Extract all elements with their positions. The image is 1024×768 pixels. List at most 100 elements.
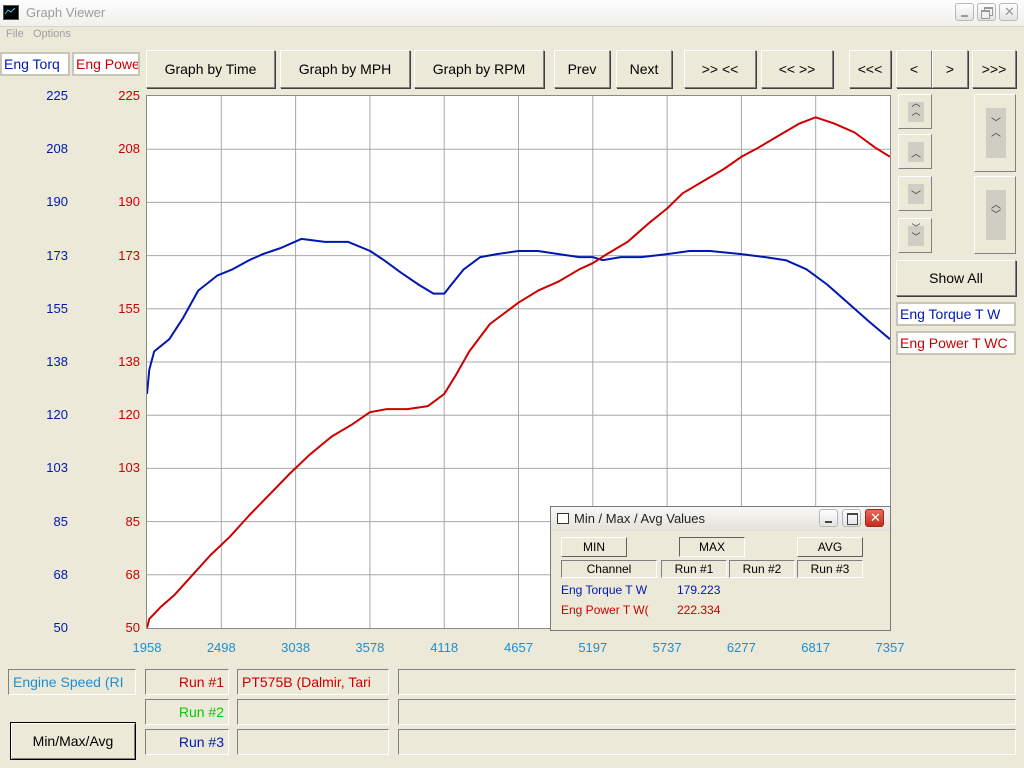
x-tick-label: 6817 bbox=[801, 640, 831, 655]
window-title: Graph Viewer bbox=[26, 5, 106, 20]
zoom-out-button[interactable]: << >> bbox=[761, 50, 833, 88]
double-chevron-down-icon: ﹀ ﹀ bbox=[911, 223, 921, 242]
run1-label[interactable]: Run #1 bbox=[145, 669, 229, 695]
legend-eng-torque[interactable]: Eng Torque T W bbox=[896, 302, 1016, 326]
y-tick-label-left: 120 bbox=[46, 407, 68, 423]
show-all-button[interactable]: Show All bbox=[896, 260, 1016, 296]
y-tick-label-left: 103 bbox=[46, 460, 68, 476]
menu-options[interactable]: Options bbox=[33, 28, 71, 40]
dialog-maximize-button[interactable] bbox=[842, 509, 861, 527]
maximize-icon bbox=[847, 513, 858, 525]
column-header-run1: Run #1 bbox=[661, 560, 727, 578]
y-tick-label-right: 68 bbox=[125, 566, 140, 582]
run2-info-field bbox=[398, 699, 1016, 725]
y-tick-label-right: 225 bbox=[118, 88, 140, 103]
zoom-in-button[interactable]: >> << bbox=[684, 50, 756, 88]
scroll-far-left-button[interactable]: <<< bbox=[849, 50, 891, 88]
dialog-icon bbox=[557, 513, 569, 524]
dialog-title: Min / Max / Avg Values bbox=[574, 511, 706, 526]
close-icon: ✕ bbox=[870, 510, 881, 525]
minimize-icon bbox=[825, 521, 832, 523]
run2-label[interactable]: Run #2 bbox=[145, 699, 229, 725]
right-axis-channel-label[interactable]: Eng Powe bbox=[72, 52, 140, 76]
column-header-run2: Run #2 bbox=[729, 560, 795, 578]
y-tick-label-right: 50 bbox=[125, 620, 140, 635]
y-tick-label-right: 155 bbox=[118, 300, 140, 316]
graph-by-time-button[interactable]: Graph by Time bbox=[146, 50, 275, 88]
left-axis-channel-label[interactable]: Eng Torq bbox=[0, 52, 70, 76]
next-button[interactable]: Next bbox=[616, 50, 672, 88]
max-button[interactable]: MAX bbox=[679, 537, 745, 557]
scroll-down-fast-button[interactable]: ﹀ ﹀ bbox=[898, 218, 932, 253]
y-tick-label-left: 85 bbox=[53, 513, 68, 529]
min-max-avg-dialog: Min / Max / Avg Values ✕ MIN MAX AVG Cha… bbox=[550, 506, 891, 631]
run1-name-field[interactable]: PT575B (Dalmir, Tari bbox=[237, 669, 389, 695]
double-chevron-up-icon: ︿ ︿ bbox=[911, 98, 921, 117]
run2-name-field[interactable] bbox=[237, 699, 389, 725]
y-tick-label-left: 68 bbox=[53, 566, 68, 582]
y-tick-label-right: 190 bbox=[118, 194, 140, 210]
x-tick-label: 3578 bbox=[355, 640, 385, 655]
restore-button[interactable] bbox=[977, 3, 996, 21]
scroll-right-button[interactable]: > bbox=[932, 50, 968, 88]
dialog-close-button[interactable]: ✕ bbox=[865, 509, 884, 527]
y-tick-label-left: 173 bbox=[46, 247, 68, 263]
close-icon: ✕ bbox=[1004, 4, 1015, 19]
title-bar: Graph Viewer ✕ bbox=[0, 0, 1024, 27]
scroll-far-right-button[interactable]: >>> bbox=[972, 50, 1016, 88]
run3-label[interactable]: Run #3 bbox=[145, 729, 229, 755]
y-tick-label-left: 208 bbox=[46, 141, 68, 157]
x-channel-field[interactable]: Engine Speed (RI bbox=[8, 669, 136, 695]
y-tick-label-right: 120 bbox=[118, 407, 140, 423]
avg-button[interactable]: AVG bbox=[797, 537, 863, 557]
y-tick-label-left: 138 bbox=[46, 354, 68, 369]
scroll-left-button[interactable]: < bbox=[896, 50, 932, 88]
dialog-row-power-run1: 222.334 bbox=[677, 603, 721, 617]
graph-by-rpm-button[interactable]: Graph by RPM bbox=[414, 50, 544, 88]
app-icon bbox=[3, 5, 19, 20]
scroll-up-button[interactable]: ︿ bbox=[898, 134, 932, 169]
y-tick-label-left: 225 bbox=[46, 88, 68, 103]
run3-name-field[interactable] bbox=[237, 729, 389, 755]
menu-file[interactable]: File bbox=[6, 28, 24, 40]
minimize-icon bbox=[961, 15, 968, 17]
compress-vertical-icon: ﹀ ︿ bbox=[991, 118, 1001, 139]
expand-vertical-icon: ︿ ﹀ bbox=[991, 200, 1001, 221]
graph-by-mph-button[interactable]: Graph by MPH bbox=[280, 50, 410, 88]
legend-eng-power[interactable]: Eng Power T WC bbox=[896, 331, 1016, 355]
x-tick-label: 3038 bbox=[281, 640, 311, 655]
dialog-row-torque-channel: Eng Torque T W bbox=[561, 583, 648, 597]
y-tick-label-right: 103 bbox=[118, 460, 140, 476]
y-tick-label-left: 155 bbox=[46, 300, 68, 316]
x-tick-label: 5737 bbox=[652, 640, 682, 655]
chevron-up-icon: ︿ bbox=[911, 149, 921, 160]
y-tick-label-right: 173 bbox=[118, 247, 140, 263]
y-tick-label-right: 85 bbox=[125, 513, 140, 529]
scroll-up-fast-button[interactable]: ︿ ︿ bbox=[898, 94, 932, 129]
dialog-row-torque-run1: 179.223 bbox=[677, 583, 721, 597]
expand-vertical-button[interactable]: ︿ ﹀ bbox=[974, 176, 1016, 254]
x-tick-label: 7357 bbox=[875, 640, 905, 655]
column-header-run3: Run #3 bbox=[797, 560, 863, 578]
y-tick-label-left: 190 bbox=[46, 194, 68, 210]
x-tick-label: 5197 bbox=[578, 640, 608, 655]
min-max-avg-button[interactable]: Min/Max/Avg bbox=[10, 722, 136, 760]
run3-info-field bbox=[398, 729, 1016, 755]
compress-vertical-button[interactable]: ﹀ ︿ bbox=[974, 94, 1016, 172]
dialog-title-bar: Min / Max / Avg Values ✕ bbox=[551, 507, 890, 531]
x-tick-label: 1958 bbox=[132, 640, 162, 655]
close-button[interactable]: ✕ bbox=[999, 3, 1018, 21]
minimize-button[interactable] bbox=[955, 3, 974, 21]
min-button[interactable]: MIN bbox=[561, 537, 627, 557]
dialog-row-power-channel: Eng Power T W( bbox=[561, 603, 649, 617]
prev-button[interactable]: Prev bbox=[554, 50, 610, 88]
y-tick-label-right: 138 bbox=[118, 354, 140, 369]
y-tick-label-right: 208 bbox=[118, 141, 140, 157]
column-header-channel: Channel bbox=[561, 560, 657, 578]
dialog-minimize-button[interactable] bbox=[819, 509, 838, 527]
chevron-down-icon: ﹀ bbox=[911, 191, 921, 202]
y-tick-label-left: 50 bbox=[53, 620, 68, 635]
x-tick-label: 2498 bbox=[206, 640, 236, 655]
scroll-down-button[interactable]: ﹀ bbox=[898, 176, 932, 211]
x-tick-label: 4657 bbox=[504, 640, 533, 655]
